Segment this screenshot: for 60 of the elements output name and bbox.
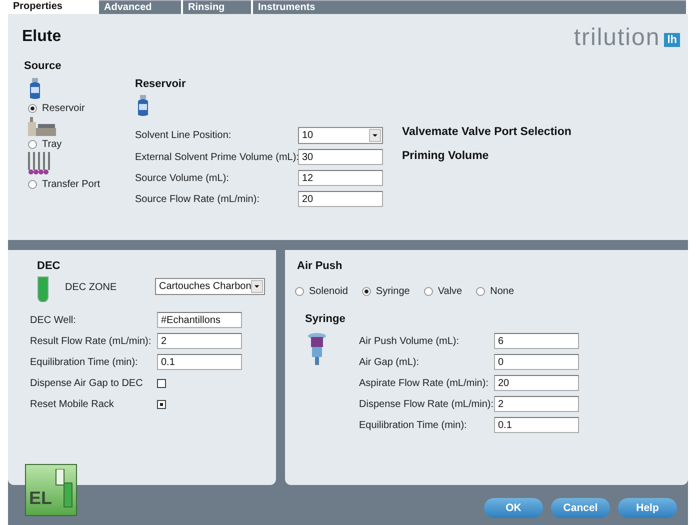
tube-icon (37, 276, 49, 302)
input-field[interactable]: 20 (298, 191, 383, 207)
radio-button[interactable]: Transfer Port (28, 179, 100, 190)
input-field[interactable]: 30 (298, 149, 383, 165)
input-field[interactable]: 20 (494, 375, 579, 391)
caret-icon (369, 129, 381, 142)
page-title: Elute (22, 28, 62, 46)
tubes-icon (54, 469, 74, 509)
section-label: Priming Volume (402, 150, 490, 162)
input-field[interactable]: 0.1 (157, 354, 242, 370)
field-label: Solvent Line Position: (135, 130, 232, 141)
input-field[interactable]: 6 (494, 333, 579, 349)
input-field[interactable]: #Echantillons (157, 312, 242, 328)
field-label: Result Flow Rate (mL/min): (30, 336, 152, 346)
input-field[interactable]: 2 (494, 396, 579, 412)
field-label: Reset Mobile Rack (30, 398, 115, 410)
radio-button[interactable]: None (476, 286, 514, 297)
tray-icon (28, 116, 56, 136)
field-label: Dispense Flow Rate (mL/min): (359, 398, 494, 410)
field-label: External Solvent Prime Volume (mL): (135, 152, 298, 162)
checkbox[interactable] (157, 400, 166, 408)
field-label: Source Volume (mL): (135, 172, 230, 184)
field-label: Equilibration Time (min): (30, 356, 139, 368)
input-field[interactable]: 0 (494, 354, 579, 370)
dropdown[interactable]: 10 (298, 127, 383, 144)
dropdown[interactable]: Cartouches Charbon (155, 278, 265, 295)
bottle-icon (28, 78, 42, 100)
syringe-icon (307, 333, 327, 365)
bottle-icon (136, 95, 150, 117)
field-label: Dispense Air Gap to DEC (30, 378, 144, 388)
tubes-icon (28, 152, 52, 176)
field-label: DEC ZONE (65, 282, 118, 293)
field-label: Source Flow Rate (mL/min): (135, 194, 260, 204)
field-label: Aspirate Flow Rate (mL/min): (359, 378, 490, 388)
section-heading: Syringe (305, 313, 346, 325)
tab[interactable]: Instruments (253, 0, 686, 14)
radio-button[interactable]: Valve (424, 286, 462, 297)
radio-button[interactable]: Solenoid (295, 286, 348, 297)
field-label: DEC Well: (30, 314, 77, 326)
section-label: Valvemate Valve Port Selection (402, 126, 572, 138)
tab[interactable]: Rinsing (183, 0, 251, 14)
section-heading: Source (24, 60, 62, 72)
tab[interactable]: Advanced (99, 0, 181, 14)
section-heading: Air Push (297, 260, 344, 272)
logo-wordmark: trilution (574, 24, 660, 52)
caret-icon (251, 280, 263, 293)
input-field[interactable]: 12 (298, 170, 383, 186)
field-label: Equilibration Time (min): (359, 420, 468, 430)
radio-button[interactable]: Reservoir (28, 103, 85, 114)
field-label: Air Push Volume (mL): (359, 336, 460, 346)
logo-badge: lh (664, 33, 680, 47)
input-field[interactable]: 2 (157, 333, 242, 349)
radio-button[interactable]: Tray (28, 139, 62, 150)
section-heading: DEC (37, 260, 62, 272)
radio-button[interactable]: Syringe (362, 286, 410, 297)
section-heading: Reservoir (135, 78, 187, 90)
logo-letters: EL (29, 488, 52, 509)
input-field[interactable]: 0.1 (494, 417, 579, 433)
checkbox[interactable] (157, 378, 166, 388)
field-label: Air Gap (mL): (359, 356, 420, 368)
